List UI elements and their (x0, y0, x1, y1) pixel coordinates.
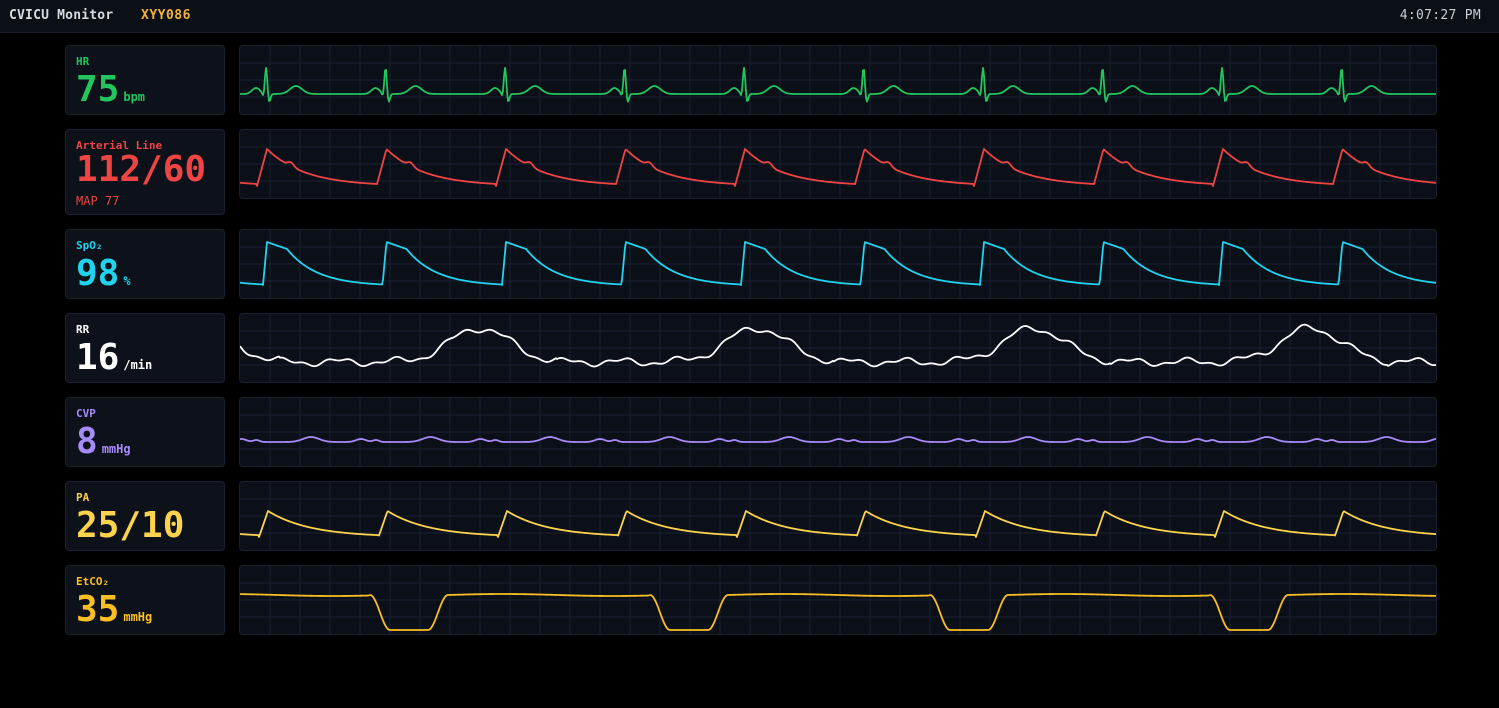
rr-number: 16 (76, 337, 120, 378)
cvp-label: CVP (76, 407, 96, 420)
rr-value: 16/min (76, 340, 152, 376)
pa-waveform-panel (239, 481, 1437, 551)
rr-label: RR (76, 323, 90, 336)
waveform-grid (240, 130, 1436, 198)
cvp-number: 8 (76, 421, 98, 462)
etco2-trace (240, 593, 1436, 631)
spo2-vital-panel[interactable]: SpO₂ 98% (65, 229, 225, 299)
etco2-waveform-panel (239, 565, 1437, 635)
pa-label: PA (76, 491, 90, 504)
clock: 4:07:27 PM (1399, 8, 1481, 23)
hr-number: 75 (76, 69, 120, 110)
cvp-waveform-panel (239, 397, 1437, 467)
hr-value: 75 bpm (76, 72, 145, 108)
waveform-grid (240, 46, 1436, 114)
arterial-waveform (240, 130, 1436, 198)
etco2-value: 35 mmHg (76, 592, 152, 628)
arterial-map: MAP 77 (76, 194, 120, 208)
app-title: CVICU Monitor (9, 8, 114, 23)
cvp-waveform (240, 398, 1436, 466)
hr-waveform (240, 46, 1436, 114)
spo2-waveform-panel (239, 229, 1437, 299)
waveform-grid (240, 398, 1436, 466)
cvp-trace (240, 436, 1436, 443)
hr-waveform-panel (239, 45, 1437, 115)
arterial-vital-panel[interactable]: Arterial Line 112/60 MAP 77 (65, 129, 225, 215)
pa-number: 25/10 (76, 505, 185, 546)
hr-vital-panel[interactable]: HR 75 bpm (65, 45, 225, 115)
waveform-grid (240, 566, 1436, 634)
rr-waveform (240, 314, 1436, 382)
pa-waveform (240, 482, 1436, 550)
rr-vital-panel[interactable]: RR 16/min (65, 313, 225, 383)
top-bar: CVICU Monitor XYY086 4:07:27 PM (0, 0, 1499, 33)
etco2-unit: mmHg (123, 610, 153, 624)
spo2-label: SpO₂ (76, 239, 103, 252)
art-trace (240, 148, 1436, 187)
cvp-value: 8 mmHg (76, 424, 131, 460)
pa-value: 25/10 (76, 508, 184, 544)
pa-vital-panel[interactable]: PA 25/10 (65, 481, 225, 551)
waveform-grid (240, 482, 1436, 550)
rr-waveform-panel (239, 313, 1437, 383)
waveform-grid (240, 230, 1436, 298)
waveform-grid (240, 314, 1436, 382)
spo2-value: 98% (76, 256, 131, 292)
etco2-vital-panel[interactable]: EtCO₂ 35 mmHg (65, 565, 225, 635)
arterial-waveform-panel (239, 129, 1437, 199)
spo2-waveform (240, 230, 1436, 298)
cvp-vital-panel[interactable]: CVP 8 mmHg (65, 397, 225, 467)
etco2-waveform (240, 566, 1436, 634)
spo2-number: 98 (76, 253, 120, 294)
hr-label: HR (76, 55, 90, 68)
arterial-value: 112/60 (76, 152, 206, 188)
patient-id: XYY086 (141, 8, 191, 23)
hr-unit: bpm (123, 90, 146, 104)
etco2-number: 35 (76, 589, 120, 630)
arterial-number: 112/60 (76, 149, 207, 190)
cvp-unit: mmHg (101, 442, 131, 456)
etco2-label: EtCO₂ (76, 575, 110, 588)
rr-unit: /min (123, 358, 153, 372)
spo2-unit: % (123, 274, 131, 288)
